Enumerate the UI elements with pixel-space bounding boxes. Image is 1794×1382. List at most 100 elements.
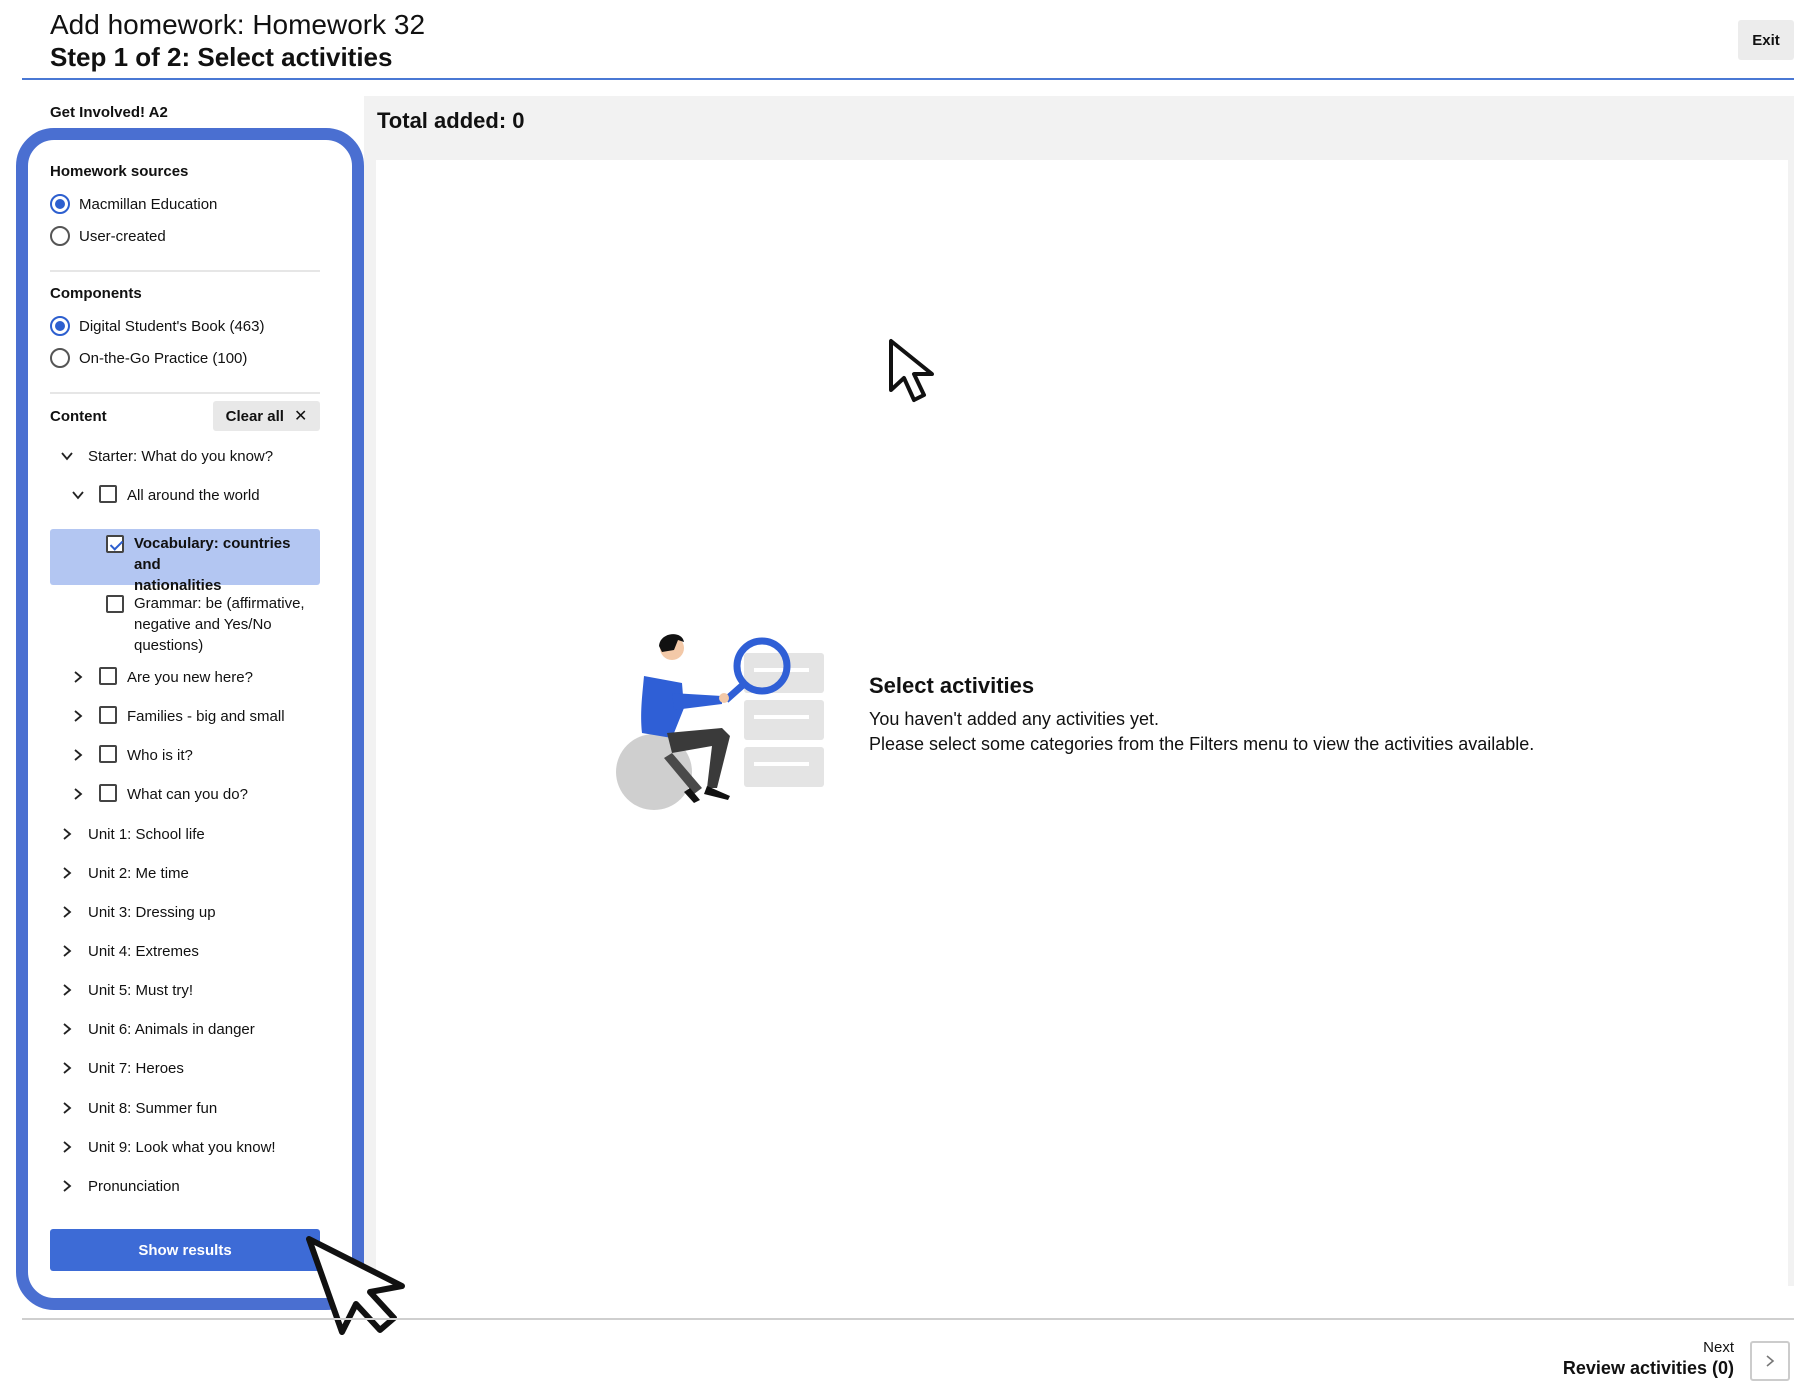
total-added: Total added: 0 (377, 108, 525, 133)
checkbox[interactable] (106, 595, 124, 613)
source-option-label: User-created (79, 227, 166, 245)
label-line: negative and Yes/No (134, 616, 272, 633)
tree-item-unit-1[interactable]: Unit 1: School life (60, 824, 205, 845)
radio-icon[interactable] (50, 226, 70, 246)
source-option-user-created[interactable]: User-created (50, 223, 166, 249)
chevron-right-icon[interactable] (60, 944, 74, 958)
component-option-on-the-go[interactable]: On-the-Go Practice (100) (50, 345, 247, 371)
tree-item-all-around-the-world[interactable]: All around the world (71, 485, 260, 506)
tree-item-starter[interactable]: Starter: What do you know? (60, 446, 273, 467)
tree-item-label: Grammar: be (affirmative, negative and Y… (134, 593, 305, 656)
divider (50, 392, 320, 394)
cursor-arrow-icon (889, 339, 934, 402)
checkbox[interactable] (99, 745, 117, 763)
tree-item-label: Unit 8: Summer fun (88, 1100, 218, 1117)
content-title: Content (50, 408, 107, 425)
source-option-macmillan[interactable]: Macmillan Education (50, 191, 217, 217)
chevron-right-icon[interactable] (71, 709, 85, 723)
chevron-right-icon[interactable] (60, 866, 74, 880)
chevron-right-icon[interactable] (60, 983, 74, 997)
clear-all-button[interactable]: Clear all ✕ (213, 401, 320, 431)
header-divider (22, 78, 1794, 80)
chevron-right-icon[interactable] (60, 905, 74, 919)
tree-item-label: Starter: What do you know? (88, 448, 274, 465)
radio-icon[interactable] (50, 348, 70, 368)
tree-item-label: Pronunciation (88, 1178, 180, 1195)
component-option-students-book[interactable]: Digital Student's Book (463) (50, 313, 264, 339)
step-subtitle: Step 1 of 2: Select activities (50, 42, 393, 72)
tree-item-unit-8[interactable]: Unit 8: Summer fun (60, 1098, 217, 1119)
radio-selected-icon[interactable] (50, 194, 70, 214)
tree-item-label: Are you new here? (127, 669, 253, 686)
chevron-right-icon[interactable] (60, 827, 74, 841)
chevron-right-icon[interactable] (71, 670, 85, 684)
tree-item-unit-6[interactable]: Unit 6: Animals in danger (60, 1019, 255, 1040)
empty-state-title: Select activities (869, 673, 1035, 698)
tree-item-unit-9[interactable]: Unit 9: Look what you know! (60, 1137, 276, 1158)
course-label: Get Involved! A2 (50, 104, 168, 121)
next-button[interactable] (1750, 1341, 1790, 1381)
chevron-down-icon[interactable] (71, 488, 85, 502)
page-title: Add homework: Homework 32 (50, 9, 426, 40)
tree-item-pronunciation[interactable]: Pronunciation (60, 1176, 180, 1197)
tree-item-label: Unit 6: Animals in danger (88, 1021, 255, 1038)
chevron-right-icon[interactable] (71, 748, 85, 762)
chevron-right-icon (1766, 1355, 1775, 1367)
checkbox[interactable] (99, 784, 117, 802)
tree-item-unit-2[interactable]: Unit 2: Me time (60, 863, 189, 884)
chevron-right-icon[interactable] (60, 1179, 74, 1193)
tree-item-label: Unit 1: School life (88, 826, 205, 843)
tree-item-unit-7[interactable]: Unit 7: Heroes (60, 1058, 184, 1079)
checkbox[interactable] (99, 706, 117, 724)
clear-all-label: Clear all (225, 407, 284, 425)
tree-item-label: Families - big and small (127, 708, 285, 725)
cursor-arrow-icon (306, 1236, 405, 1335)
tree-item-grammar-be[interactable]: Grammar: be (affirmative, negative and Y… (106, 593, 320, 656)
close-icon: ✕ (293, 408, 308, 425)
label-line: nationalities (134, 577, 222, 594)
label-line: Grammar: be (affirmative, (134, 595, 305, 612)
tree-item-label: Vocabulary: countries and nationalities (134, 533, 320, 596)
radio-selected-icon[interactable] (50, 316, 70, 336)
components-title: Components (50, 285, 142, 302)
source-option-label: Macmillan Education (79, 195, 218, 213)
page-header: Add homework: Homework 32 Step 1 of 2: S… (0, 0, 1794, 80)
chevron-right-icon[interactable] (71, 787, 85, 801)
chevron-down-icon[interactable] (60, 449, 74, 463)
chevron-right-icon[interactable] (60, 1061, 74, 1075)
checkbox-checked[interactable] (106, 535, 124, 553)
chevron-right-icon[interactable] (60, 1022, 74, 1036)
exit-button[interactable]: Exit (1738, 20, 1794, 60)
label-line: Vocabulary: countries and (134, 535, 291, 573)
tree-item-are-you-new-here[interactable]: Are you new here? (71, 667, 253, 688)
chevron-right-icon[interactable] (60, 1101, 74, 1115)
review-activities-link[interactable]: Review activities (0) (1563, 1358, 1734, 1379)
tree-item-label: Unit 4: Extremes (88, 943, 199, 960)
component-option-label: On-the-Go Practice (100) (79, 349, 248, 367)
checkbox[interactable] (99, 667, 117, 685)
homework-sources-title: Homework sources (50, 163, 189, 180)
tree-item-unit-4[interactable]: Unit 4: Extremes (60, 941, 199, 962)
tree-item-label: What can you do? (127, 786, 248, 803)
tree-item-who-is-it[interactable]: Who is it? (71, 745, 193, 766)
empty-state-hint: Please select some categories from the F… (869, 734, 1535, 754)
component-option-label: Digital Student's Book (463) (79, 317, 265, 335)
tree-item-label: Unit 5: Must try! (88, 982, 194, 999)
filters-sidebar: Homework sources Macmillan Education Use… (16, 128, 364, 1310)
label-line: questions) (134, 637, 204, 654)
tree-item-label: Unit 3: Dressing up (88, 904, 216, 921)
tree-item-label: Who is it? (127, 747, 193, 764)
tree-item-families[interactable]: Families - big and small (71, 706, 285, 727)
checkbox[interactable] (99, 485, 117, 503)
show-results-button[interactable]: Show results (50, 1229, 320, 1271)
tree-item-unit-3[interactable]: Unit 3: Dressing up (60, 902, 216, 923)
chevron-right-icon[interactable] (60, 1140, 74, 1154)
divider (50, 270, 320, 272)
tree-item-what-can-you-do[interactable]: What can you do? (71, 784, 248, 805)
empty-state-message: You haven't added any activities yet. (869, 709, 1159, 729)
tree-item-label: Unit 9: Look what you know! (88, 1139, 276, 1156)
tree-item-label: Unit 7: Heroes (88, 1060, 184, 1077)
tree-item-unit-5[interactable]: Unit 5: Must try! (60, 980, 193, 1001)
tree-item-label: Unit 2: Me time (88, 865, 189, 882)
tree-item-vocabulary-countries[interactable]: Vocabulary: countries and nationalities (106, 533, 320, 596)
